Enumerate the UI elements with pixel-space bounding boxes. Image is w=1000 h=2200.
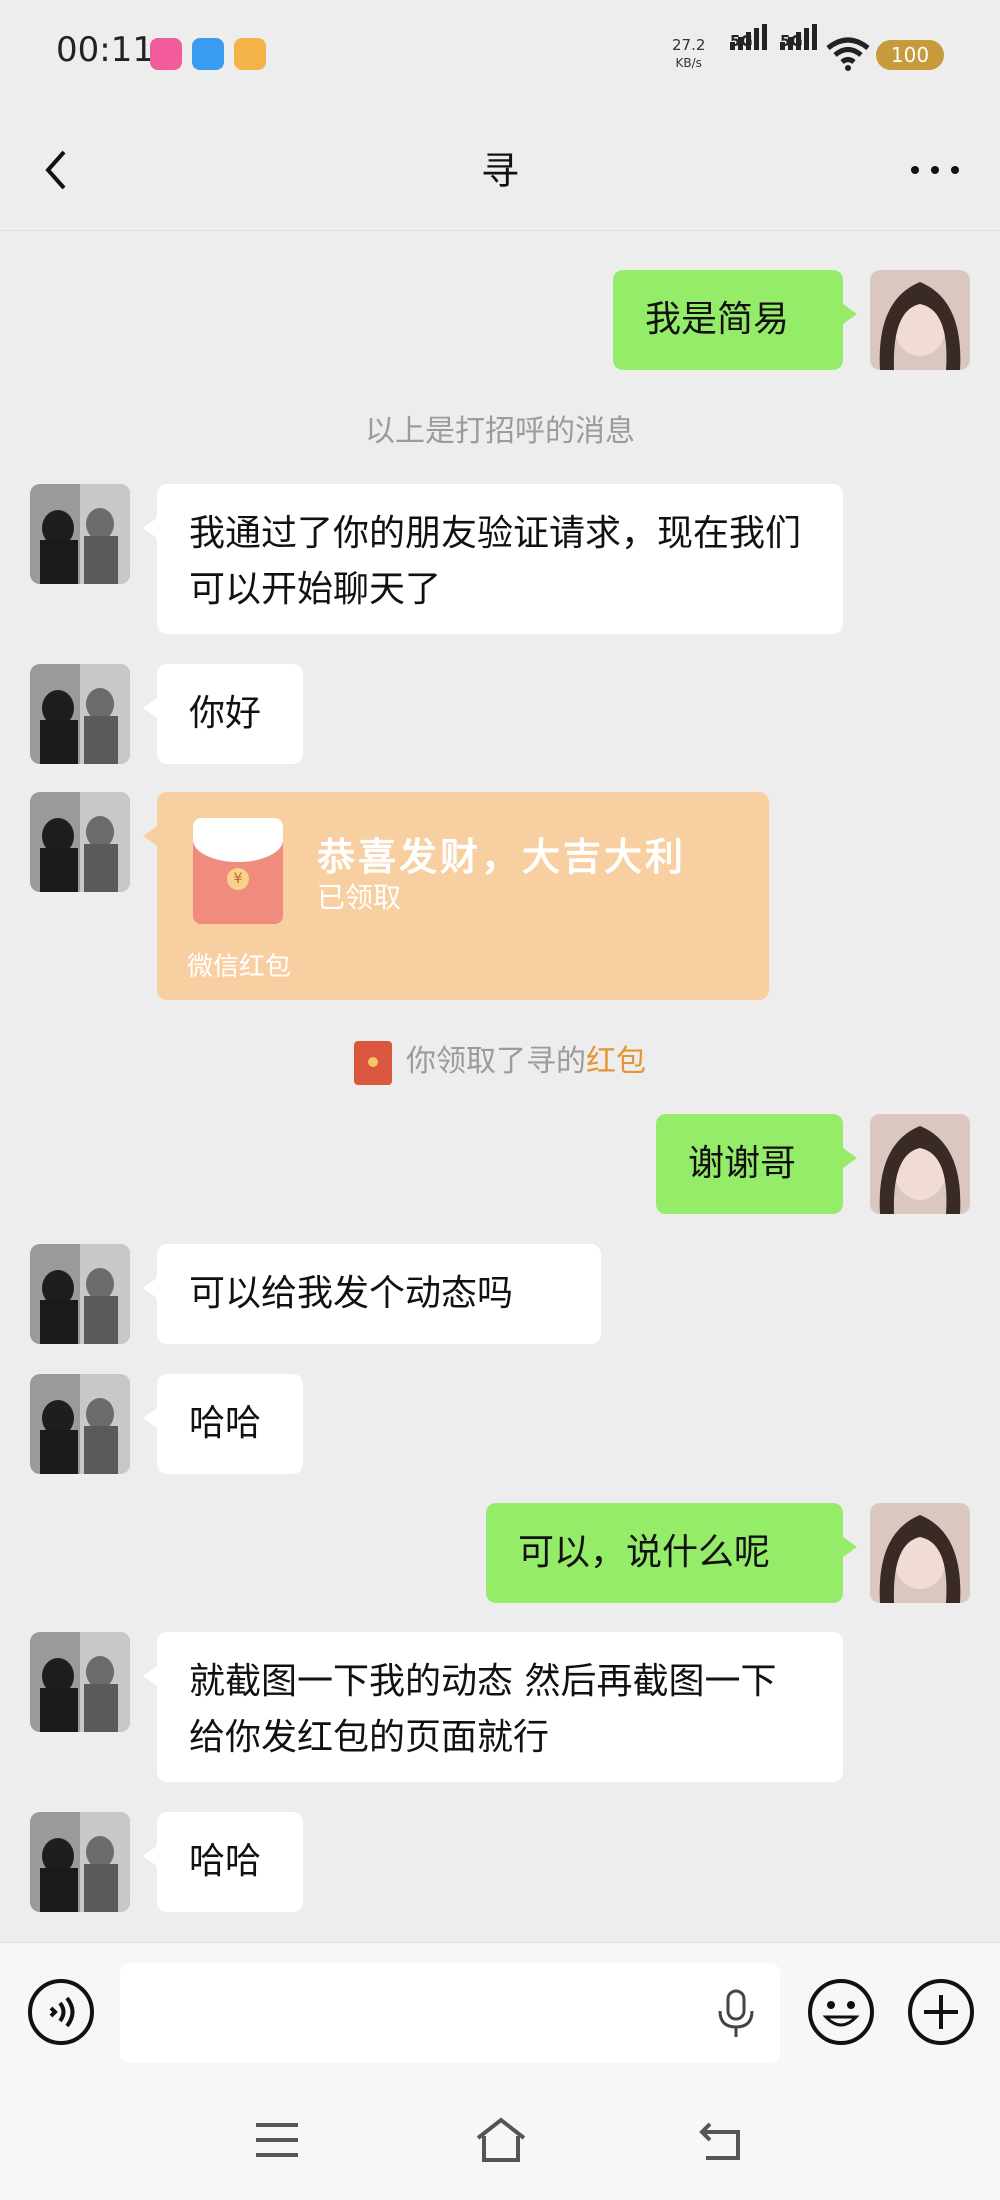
my-avatar[interactable] <box>870 1114 970 1214</box>
network-speed: 27.2 KB/s <box>672 36 706 70</box>
status-bar: 00:11 27.2 KB/s 5G 5G 100 <box>0 0 1000 110</box>
input-bar <box>0 1942 1000 2079</box>
notification-app-icon <box>234 38 266 70</box>
notification-app-icon <box>192 38 224 70</box>
wifi-icon <box>826 37 870 71</box>
red-packet-title: 恭喜发财，大吉大利 <box>317 835 687 879</box>
my-avatar[interactable] <box>870 270 970 370</box>
contact-avatar[interactable] <box>30 1812 130 1912</box>
contact-avatar[interactable] <box>30 664 130 764</box>
contact-avatar[interactable] <box>30 484 130 584</box>
incoming-message[interactable]: 哈哈 <box>143 1374 303 1474</box>
system-notice: 以上是打招呼的消息 <box>365 414 635 449</box>
system-navigation-bar <box>0 2078 1000 2200</box>
incoming-message[interactable]: 可以给我发个动态吗 <box>143 1244 601 1344</box>
chat-title: 寻 <box>480 149 519 193</box>
my-avatar[interactable] <box>870 1503 970 1603</box>
contact-avatar[interactable] <box>30 792 130 892</box>
outgoing-message[interactable]: 我是简易 <box>613 270 857 370</box>
home-icon[interactable] <box>474 2116 528 2164</box>
more-options-icon[interactable] <box>900 140 970 200</box>
add-more-icon[interactable] <box>906 1977 976 2047</box>
status-time: 00:11 <box>56 30 154 70</box>
red-envelope-icon: ¥ <box>193 818 283 924</box>
incoming-message[interactable]: 哈哈 <box>143 1812 303 1912</box>
contact-avatar[interactable] <box>30 1632 130 1732</box>
emoji-icon[interactable] <box>806 1977 876 2047</box>
outgoing-message[interactable]: 谢谢哥 <box>656 1114 857 1214</box>
red-packet-footer: 微信红包 <box>187 952 292 982</box>
contact-avatar[interactable] <box>30 1374 130 1474</box>
incoming-message[interactable]: 我通过了你的朋友验证请求，现在我们可以开始聊天了 <box>143 484 843 634</box>
menu-icon[interactable] <box>254 2120 300 2160</box>
red-packet-received-notice: 你领取了寻的红包 <box>0 1036 1000 1085</box>
back-nav-icon[interactable] <box>698 2118 746 2162</box>
red-packet-icon <box>354 1040 392 1085</box>
red-packet-link[interactable]: 红包 <box>586 1044 646 1079</box>
outgoing-message[interactable]: 可以，说什么呢 <box>486 1503 857 1603</box>
incoming-message[interactable]: 就截图一下我的动态 然后再截图一下给你发红包的页面就行 <box>143 1632 843 1782</box>
message-input[interactable] <box>120 1963 780 2063</box>
microphone-icon[interactable] <box>714 1989 758 2039</box>
chat-header: 寻 <box>0 110 1000 231</box>
battery-indicator: 100 <box>876 40 944 70</box>
incoming-message[interactable]: 你好 <box>143 664 303 764</box>
red-packet-card[interactable]: ¥ 恭喜发财，大吉大利 已领取 微信红包 <box>143 792 769 1000</box>
notification-app-icon <box>150 38 182 70</box>
contact-avatar[interactable] <box>30 1244 130 1344</box>
voice-mode-icon[interactable] <box>26 1977 96 2047</box>
red-packet-status: 已领取 <box>317 881 402 914</box>
